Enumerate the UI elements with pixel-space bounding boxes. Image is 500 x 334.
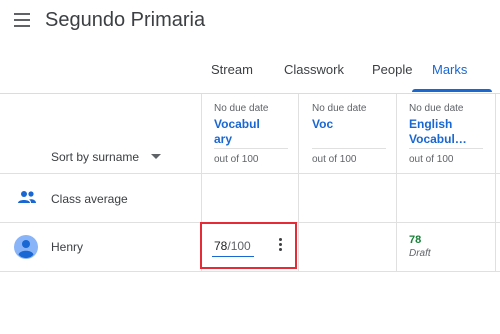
- class-title: Segundo Primaria: [45, 9, 206, 31]
- column-divider: [298, 94, 299, 272]
- active-tab-indicator: [412, 89, 492, 92]
- column-divider: [396, 94, 397, 272]
- draft-status: Draft: [409, 248, 431, 259]
- due-date: No due date: [312, 103, 367, 114]
- tab-marks[interactable]: Marks: [432, 62, 467, 77]
- row-divider: [0, 173, 500, 174]
- highlight-box: [200, 222, 297, 269]
- tab-people[interactable]: People: [372, 62, 412, 77]
- points-possible: out of 100: [214, 154, 259, 165]
- header-divider: [0, 93, 500, 94]
- points-possible: out of 100: [409, 154, 454, 165]
- row-divider: [0, 271, 500, 272]
- assignment-title[interactable]: English Vocabul…: [409, 117, 469, 147]
- points-possible: out of 100: [312, 154, 357, 165]
- assignment-title[interactable]: Vocabulary: [214, 117, 264, 147]
- header-rule: [214, 148, 288, 149]
- sort-dropdown[interactable]: Sort by surname: [51, 150, 139, 164]
- tab-stream[interactable]: Stream: [211, 62, 253, 77]
- caret-down-icon[interactable]: [151, 154, 161, 159]
- top-bar: Segundo Primaria: [0, 0, 500, 46]
- class-average-label: Class average: [51, 192, 128, 206]
- due-date: No due date: [214, 103, 269, 114]
- draft-grade[interactable]: 78: [409, 234, 421, 246]
- menu-icon[interactable]: [14, 13, 30, 27]
- due-date: No due date: [409, 103, 464, 114]
- column-divider: [495, 94, 496, 272]
- person-avatar-icon[interactable]: [14, 235, 38, 264]
- tab-classwork[interactable]: Classwork: [284, 62, 344, 77]
- group-icon: [17, 190, 37, 209]
- student-name[interactable]: Henry: [51, 240, 83, 254]
- assignment-title[interactable]: Voc: [312, 117, 384, 132]
- tab-bar: Stream Classwork People Marks: [0, 52, 500, 92]
- header-rule: [312, 148, 386, 149]
- header-rule: [409, 148, 483, 149]
